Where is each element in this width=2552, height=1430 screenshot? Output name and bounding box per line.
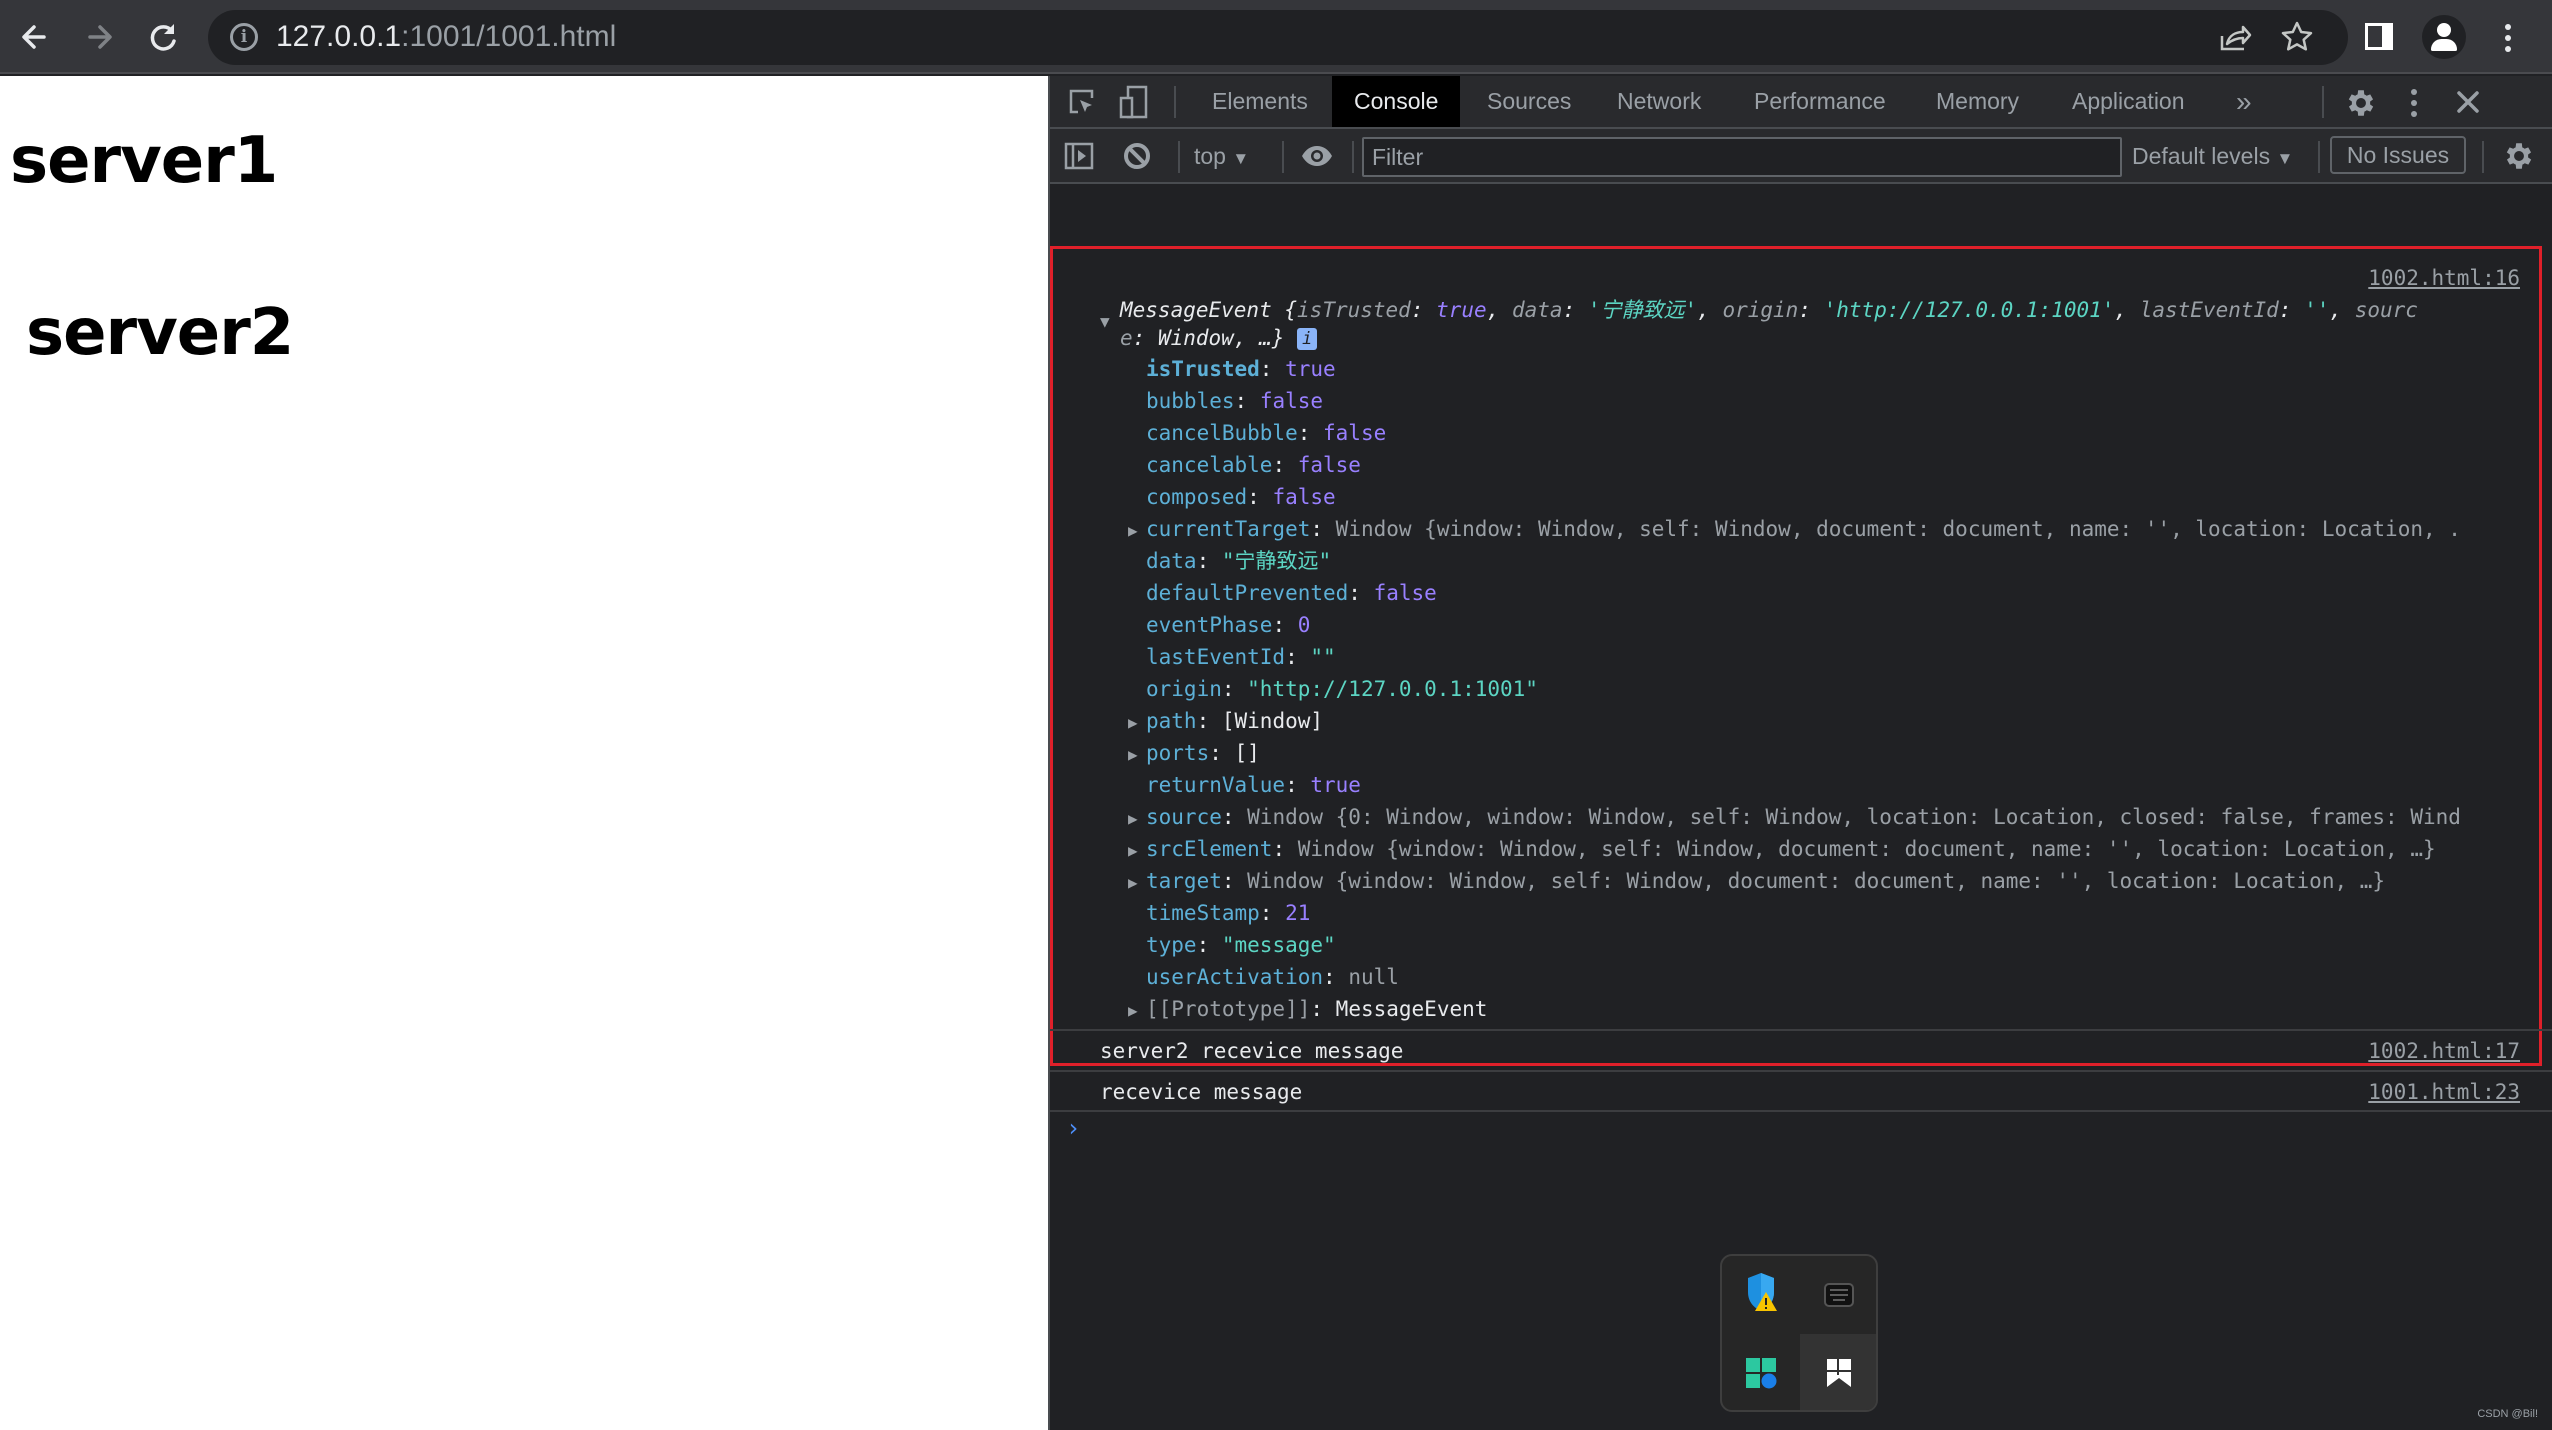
prop-timeStamp: timeStamp: 21	[1146, 901, 1311, 925]
clear-console-icon[interactable]	[1122, 141, 1152, 171]
issues-button[interactable]: No Issues	[2330, 136, 2466, 174]
prop-bubbles: bubbles: false	[1146, 389, 1324, 413]
tab-application[interactable]: Application	[2050, 76, 2207, 127]
url-text[interactable]: 127.0.0.1:1001/1001.html	[276, 20, 616, 54]
message-event-summary-cont: e: Window, …} i	[1120, 322, 1318, 354]
prop-eventPhase: eventPhase: 0	[1146, 613, 1311, 637]
console-toolbar: top ▼ Default levels ▼ No Issues	[1050, 129, 2552, 184]
row-divider	[1050, 1110, 2552, 1112]
bookmark-app-icon[interactable]	[1800, 1334, 1876, 1410]
reload-icon	[150, 24, 176, 51]
reload-button[interactable]	[140, 14, 186, 60]
prop-origin: origin: "http://127.0.0.1:1001"	[1146, 677, 1538, 701]
forward-button[interactable]	[76, 14, 122, 60]
info-badge-icon[interactable]: i	[1297, 328, 1318, 350]
page-viewport: server1 server2	[0, 76, 1048, 1430]
tab-console[interactable]: Console	[1332, 76, 1461, 127]
prop-ports[interactable]: ports: []	[1146, 737, 1260, 769]
console-settings-gear-icon[interactable]	[2502, 139, 2536, 173]
more-tabs-button[interactable]: »	[2214, 76, 2274, 127]
app-launcher-icon[interactable]	[1722, 1334, 1800, 1410]
system-tray-flyout	[1720, 1254, 1878, 1412]
dropdown-arrow-icon: ▼	[1232, 149, 1250, 168]
prop-data: data: "宁静致远"	[1146, 549, 1332, 573]
prop-path[interactable]: path: [Window]	[1146, 705, 1323, 737]
tab-network[interactable]: Network	[1595, 76, 1723, 127]
tab-performance[interactable]: Performance	[1732, 76, 1908, 127]
log-levels-dropdown[interactable]: Default levels ▼	[2132, 139, 2293, 176]
separator	[1282, 141, 1284, 173]
source-link[interactable]: 1002.html:16	[2368, 266, 2520, 290]
menu-kebab-icon[interactable]	[2496, 18, 2520, 58]
separator	[1174, 86, 1176, 118]
expand-arrow-icon[interactable]: ▶	[1128, 521, 1138, 540]
context-selector[interactable]: top ▼	[1194, 139, 1249, 173]
back-icon	[22, 25, 46, 49]
devtools-panel: Elements Console Sources Network Perform…	[1048, 76, 2552, 1430]
prop-isTrusted: isTrusted: true	[1146, 357, 1336, 381]
touch-keyboard-icon[interactable]	[1800, 1256, 1876, 1334]
info-icon[interactable]: i	[230, 23, 258, 51]
profile-icon[interactable]	[2422, 15, 2466, 59]
source-link[interactable]: 1001.html:23	[2368, 1076, 2520, 1108]
expand-arrow-icon[interactable]: ▶	[1128, 841, 1138, 860]
prop-userActivation: userActivation: null	[1146, 965, 1399, 989]
devtools-menu-icon[interactable]	[2402, 86, 2426, 120]
prop-defaultPrevented: defaultPrevented: false	[1146, 581, 1437, 605]
live-expression-eye-icon[interactable]	[1300, 141, 1334, 171]
bookmark-star-icon[interactable]	[2276, 16, 2318, 58]
separator	[2322, 86, 2324, 118]
separator	[2482, 141, 2484, 173]
back-button[interactable]	[12, 14, 58, 60]
prop-type: type: "message"	[1146, 933, 1336, 957]
heading-server1: server1	[10, 124, 278, 198]
expand-arrow-icon[interactable]: ▶	[1128, 873, 1138, 892]
inspect-element-icon[interactable]	[1066, 86, 1098, 118]
heading-server2: server2	[26, 296, 294, 370]
source-link[interactable]: 1002.html:17	[2368, 1035, 2520, 1067]
prop-lastEventId: lastEventId: ""	[1146, 645, 1336, 669]
prop-composed: composed: false	[1146, 485, 1336, 509]
browser-toolbar: i 127.0.0.1:1001/1001.html	[0, 0, 2552, 74]
tab-elements[interactable]: Elements	[1190, 76, 1330, 127]
expand-arrow-icon[interactable]: ▶	[1128, 713, 1138, 732]
address-bar[interactable]: i 127.0.0.1:1001/1001.html	[208, 10, 2348, 65]
tab-memory[interactable]: Memory	[1914, 76, 2041, 127]
prop-target[interactable]: target: Window {window: Window, self: Wi…	[1146, 865, 2385, 897]
share-icon[interactable]	[2213, 16, 2255, 58]
separator	[2318, 141, 2320, 173]
devtools-tab-bar: Elements Console Sources Network Perform…	[1050, 76, 2552, 129]
close-devtools-icon[interactable]	[2452, 86, 2484, 118]
log-message: server2 recevice message	[1100, 1039, 1404, 1063]
filter-input[interactable]	[1362, 137, 2122, 177]
console-output: 1002.html:16 ▼ MessageEvent {isTrusted: …	[1050, 184, 2552, 1430]
side-panel-icon[interactable]	[2365, 23, 2393, 50]
separator	[1352, 141, 1354, 173]
expand-arrow-icon[interactable]: ▶	[1128, 809, 1138, 828]
dropdown-arrow-icon: ▼	[2276, 149, 2294, 168]
prop-prototype[interactable]: [[Prototype]]: MessageEvent	[1146, 993, 1487, 1025]
windows-security-warning-icon[interactable]	[1722, 1256, 1800, 1334]
console-prompt-icon[interactable]: ›	[1066, 1114, 1080, 1142]
watermark: CSDN @Bil!	[2477, 1408, 2538, 1420]
row-divider	[1050, 1070, 2552, 1072]
prop-cancelBubble: cancelBubble: false	[1146, 421, 1387, 445]
show-sidebar-icon[interactable]	[1064, 141, 1094, 171]
log-message: recevice message	[1100, 1080, 1303, 1104]
settings-gear-icon[interactable]	[2344, 86, 2378, 120]
row-divider	[1050, 1029, 2552, 1031]
separator	[1178, 141, 1180, 173]
expand-arrow-icon[interactable]: ▶	[1128, 1001, 1138, 1020]
prop-currentTarget[interactable]: currentTarget: Window {window: Window, s…	[1146, 513, 2461, 545]
tab-sources[interactable]: Sources	[1465, 76, 1593, 127]
expand-arrow-icon[interactable]: ▶	[1128, 745, 1138, 764]
collapse-arrow-icon[interactable]: ▼	[1100, 312, 1110, 331]
device-toolbar-icon[interactable]	[1118, 84, 1150, 120]
forward-icon	[88, 25, 112, 49]
prop-cancelable: cancelable: false	[1146, 453, 1361, 477]
prop-source[interactable]: source: Window {0: Window, window: Windo…	[1146, 801, 2461, 833]
prop-returnValue: returnValue: true	[1146, 773, 1361, 797]
prop-srcElement[interactable]: srcElement: Window {window: Window, self…	[1146, 833, 2436, 865]
